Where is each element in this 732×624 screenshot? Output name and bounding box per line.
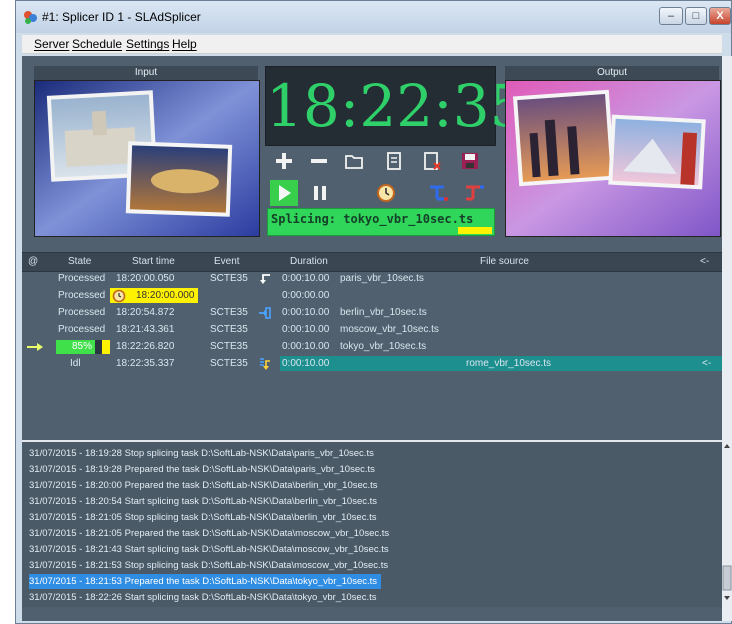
table-row[interactable]: Idl 18:22:35.337 SCTE35 0:00:10.00 rome_… (22, 356, 722, 372)
event-cell: SCTE35 (210, 324, 248, 335)
delete-file-icon[interactable] (420, 149, 444, 173)
vertical-scrollbar[interactable] (722, 56, 732, 621)
col-event[interactable]: Event (214, 256, 240, 267)
file-cell: rome_vbr_10sec.ts (466, 358, 552, 369)
enter-icon (259, 307, 271, 319)
input-preview (34, 80, 260, 237)
play-icon[interactable] (270, 180, 298, 206)
duration-cell: 0:00:10.00 (282, 307, 330, 318)
log-line[interactable]: 31/07/2015 - 18:21:43 Start splicing tas… (29, 542, 389, 557)
pause-icon[interactable] (308, 181, 332, 205)
duration-cell: 0:00:10.00 (282, 324, 330, 335)
log-line[interactable]: 31/07/2015 - 18:21:53 Stop splicing task… (29, 558, 388, 573)
title-bar[interactable]: #1: Splicer ID 1 - SLAdSplicer – □ X (16, 1, 731, 33)
duration-cell: 0:00:10.00 (282, 341, 330, 352)
log-line[interactable]: 31/07/2015 - 18:19:28 Prepared the task … (29, 462, 375, 477)
status-progress-indicator (458, 227, 492, 234)
event-cell: SCTE35 (210, 273, 248, 284)
log-line[interactable]: 31/07/2015 - 18:21:05 Prepared the task … (29, 526, 389, 541)
clock-icon[interactable] (374, 181, 398, 205)
col-arrow[interactable]: <- (700, 256, 709, 267)
col-state[interactable]: State (68, 256, 91, 267)
file-cell: tokyo_vbr_10sec.ts (340, 341, 427, 352)
file-cell: moscow_vbr_10sec.ts (340, 324, 439, 335)
state-cell: Processed (58, 324, 106, 335)
window-title: #1: Splicer ID 1 - SLAdSplicer (42, 10, 201, 24)
add-icon[interactable] (272, 149, 296, 173)
menu-help[interactable]: Help (172, 37, 197, 51)
start-time-cell: 18:20:00.000 (136, 290, 195, 301)
file-cell: berlin_vbr_10sec.ts (340, 307, 427, 318)
split-return-icon (260, 358, 270, 370)
clock-panel: 18:22:35 (265, 66, 527, 146)
current-row-arrow-icon (27, 343, 43, 351)
clock-icon (112, 289, 126, 303)
col-duration[interactable]: Duration (290, 256, 328, 267)
start-time-cell: 18:22:35.337 (116, 358, 175, 369)
app-icon (24, 11, 37, 24)
splicing-status: Splicing: tokyo_vbr_10sec.ts (267, 208, 495, 236)
event-cell: SCTE35 (210, 358, 248, 369)
log-line[interactable]: 31/07/2015 - 18:20:54 Start splicing tas… (29, 494, 377, 509)
state-cell: Idl (70, 358, 81, 369)
table-row[interactable]: Processed 18:21:43.361 SCTE35 0:00:10.00… (22, 322, 722, 338)
col-at[interactable]: @ (28, 256, 38, 267)
minimize-button[interactable]: – (659, 7, 683, 25)
table-row[interactable]: 85% 18:22:26.820 SCTE35 0:00:10.00 tokyo… (22, 339, 722, 355)
log-line-selected[interactable]: 31/07/2015 - 18:21:53 Prepared the task … (29, 574, 382, 589)
progress-end-marker (102, 340, 110, 354)
table-row[interactable]: Processed 18:20:00.050 SCTE35 0:00:10.00… (22, 271, 722, 287)
col-file-source[interactable]: File source (480, 256, 529, 267)
start-time-cell: 18:22:26.820 (116, 341, 175, 352)
app-window: #1: Splicer ID 1 - SLAdSplicer – □ X Ser… (15, 0, 732, 624)
log-line[interactable]: 31/07/2015 - 18:22:26 Start splicing tas… (29, 590, 376, 605)
state-cell: Processed (58, 307, 106, 318)
table-row[interactable]: Processed 18:20:54.872 SCTE35 0:00:10.00… (22, 305, 722, 321)
start-time-cell: 18:20:54.872 (116, 307, 175, 318)
start-time-cell: 18:21:43.361 (116, 324, 175, 335)
split-blue-icon[interactable] (426, 181, 450, 205)
log-line[interactable]: 31/07/2015 - 18:19:28 Stop splicing task… (29, 446, 374, 461)
input-label: Input (34, 66, 258, 80)
menu-schedule[interactable]: Schedule (72, 37, 122, 51)
state-cell: 85% (72, 341, 93, 352)
table-row[interactable]: Processed 18:20:00.000 0:00:00.00 (22, 288, 722, 304)
main-area: Input 18:22:35 Splicing: tokyo_vbr_10sec… (22, 56, 732, 621)
output-label: Output (505, 66, 719, 80)
duration-cell: 0:00:10.00 (282, 273, 330, 284)
arrow-cell: <- (702, 358, 712, 369)
notes-icon[interactable] (382, 149, 406, 173)
menu-settings[interactable]: Settings (126, 37, 169, 51)
log-panel[interactable]: 31/07/2015 - 18:19:28 Stop splicing task… (22, 440, 722, 607)
state-cell: Processed (58, 273, 106, 284)
log-line[interactable]: 31/07/2015 - 18:20:00 Prepared the task … (29, 478, 378, 493)
start-time-cell: 18:20:00.050 (116, 273, 175, 284)
menu-bar: Server Schedule Settings Help (22, 35, 722, 54)
task-grid-header: @ State Start time Event Duration File s… (22, 252, 722, 272)
status-text: Splicing: tokyo_vbr_10sec.ts (271, 212, 474, 226)
split-red-icon[interactable] (462, 181, 486, 205)
return-icon (260, 274, 270, 284)
maximize-button[interactable]: □ (685, 7, 707, 25)
menu-server[interactable]: Server (34, 37, 69, 51)
open-folder-icon[interactable] (342, 149, 366, 173)
close-button[interactable]: X (709, 7, 731, 25)
save-icon[interactable] (458, 149, 482, 173)
duration-cell: 0:00:10.00 (282, 358, 330, 369)
current-time-display: 18:22:35 (266, 72, 527, 140)
event-cell: SCTE35 (210, 307, 248, 318)
file-cell: paris_vbr_10sec.ts (340, 273, 424, 284)
log-line[interactable]: 31/07/2015 - 18:21:05 Stop splicing task… (29, 510, 376, 525)
col-start-time[interactable]: Start time (132, 256, 175, 267)
state-cell: Processed (58, 290, 106, 301)
output-preview (505, 80, 721, 237)
duration-cell: 0:00:00.00 (282, 290, 330, 301)
remove-icon[interactable] (307, 149, 331, 173)
event-cell: SCTE35 (210, 341, 248, 352)
